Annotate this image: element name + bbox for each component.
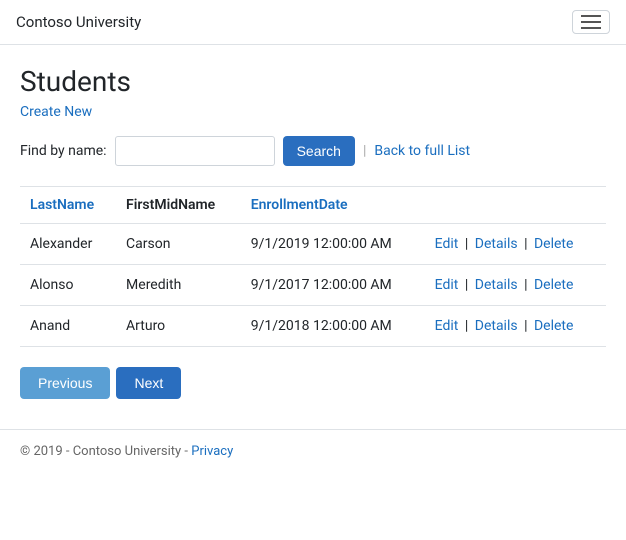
action-separator: |	[521, 277, 531, 293]
search-label: Find by name:	[20, 143, 107, 159]
cell-actions: Edit | Details | Delete	[425, 265, 606, 306]
table-header-row: LastName FirstMidName EnrollmentDate	[20, 187, 606, 224]
cell-lastname: Alonso	[20, 265, 116, 306]
action-details-link[interactable]: Details	[475, 318, 518, 334]
navbar: Contoso University	[0, 0, 626, 45]
cell-firstmidname: Meredith	[116, 265, 241, 306]
search-input[interactable]	[115, 136, 275, 166]
footer: © 2019 - Contoso University - Privacy	[0, 429, 626, 473]
toggler-bar	[581, 27, 601, 29]
action-delete-link[interactable]: Delete	[534, 277, 573, 293]
action-separator: |	[521, 318, 531, 334]
table-row: AnandArturo9/1/2018 12:00:00 AMEdit | De…	[20, 306, 606, 347]
next-button[interactable]: Next	[116, 367, 181, 399]
table-row: AlonsoMeredith9/1/2017 12:00:00 AMEdit |…	[20, 265, 606, 306]
previous-button[interactable]: Previous	[20, 367, 110, 399]
toggler-bar	[581, 21, 601, 23]
col-header-enrollmentdate[interactable]: EnrollmentDate	[241, 187, 425, 224]
table-row: AlexanderCarson9/1/2019 12:00:00 AMEdit …	[20, 224, 606, 265]
navbar-toggler-button[interactable]	[572, 10, 610, 34]
cell-firstmidname: Carson	[116, 224, 241, 265]
cell-lastname: Alexander	[20, 224, 116, 265]
cell-enrollmentdate: 9/1/2017 12:00:00 AM	[241, 265, 425, 306]
cell-enrollmentdate: 9/1/2018 12:00:00 AM	[241, 306, 425, 347]
cell-enrollmentdate: 9/1/2019 12:00:00 AM	[241, 224, 425, 265]
action-separator: |	[461, 236, 471, 252]
action-details-link[interactable]: Details	[475, 277, 518, 293]
col-header-firstmidname[interactable]: FirstMidName	[116, 187, 241, 224]
main-content: Students Create New Find by name: Search…	[0, 45, 626, 409]
action-delete-link[interactable]: Delete	[534, 318, 573, 334]
pagination-row: Previous Next	[20, 367, 606, 409]
col-header-actions	[425, 187, 606, 224]
col-header-lastname[interactable]: LastName	[20, 187, 116, 224]
back-to-full-list-link[interactable]: Back to full List	[374, 143, 470, 159]
cell-actions: Edit | Details | Delete	[425, 224, 606, 265]
action-separator: |	[521, 236, 531, 252]
separator: |	[363, 143, 366, 159]
toggler-bar	[581, 15, 601, 17]
action-edit-link[interactable]: Edit	[435, 318, 459, 334]
action-separator: |	[461, 318, 471, 334]
action-separator: |	[461, 277, 471, 293]
privacy-link[interactable]: Privacy	[191, 444, 233, 459]
action-edit-link[interactable]: Edit	[435, 236, 459, 252]
footer-text: © 2019 - Contoso University -	[20, 444, 191, 459]
search-button[interactable]: Search	[283, 136, 355, 166]
create-new-link[interactable]: Create New	[20, 104, 92, 120]
cell-firstmidname: Arturo	[116, 306, 241, 347]
action-edit-link[interactable]: Edit	[435, 277, 459, 293]
action-details-link[interactable]: Details	[475, 236, 518, 252]
page-title: Students	[20, 65, 606, 98]
cell-lastname: Anand	[20, 306, 116, 347]
cell-actions: Edit | Details | Delete	[425, 306, 606, 347]
action-delete-link[interactable]: Delete	[534, 236, 573, 252]
navbar-brand: Contoso University	[16, 13, 141, 31]
students-table: LastName FirstMidName EnrollmentDate Ale…	[20, 186, 606, 347]
search-row: Find by name: Search | Back to full List	[20, 136, 606, 166]
